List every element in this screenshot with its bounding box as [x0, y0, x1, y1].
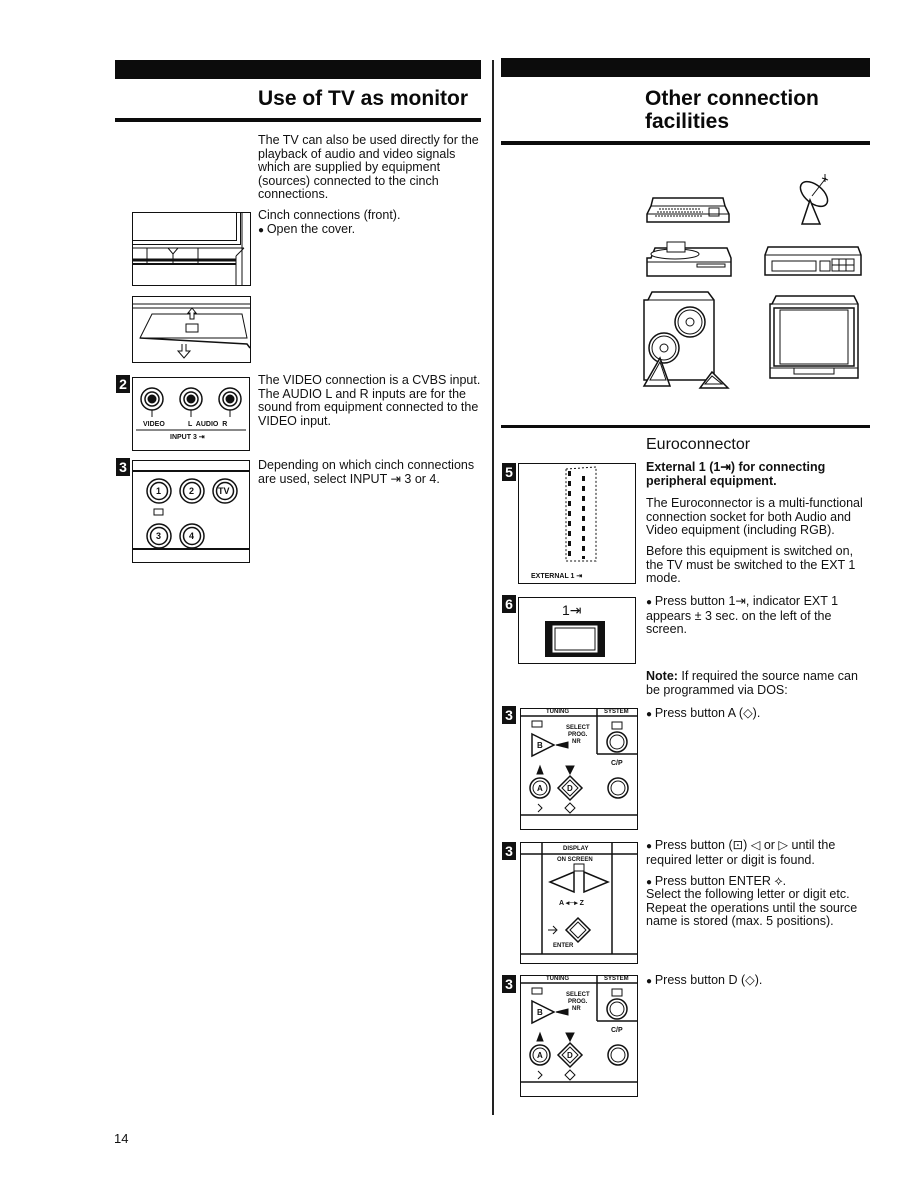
satellite-dish-icon — [799, 174, 829, 225]
computer-keyboard-icon — [646, 197, 730, 223]
euroconnector-title: Euroconnector — [646, 436, 751, 453]
select-label: SELECT — [566, 725, 590, 731]
step-3-badge: 3 — [502, 975, 516, 993]
step-3-badge: 3 — [502, 842, 516, 860]
display-label: DISPLAY — [563, 846, 589, 852]
nr-label: NR — [572, 1006, 581, 1012]
press-arrows-instruction: Press button (⊡) ◁ or ▷ until the requir… — [646, 838, 872, 867]
system-label: SYSTEM — [604, 709, 629, 715]
left-header-bar — [115, 60, 481, 79]
scart-socket — [565, 466, 597, 562]
tv-monitor-icon — [769, 295, 859, 379]
ext1-indicator-label: 1⇥ — [562, 602, 582, 618]
right-title-rule — [501, 141, 870, 145]
note-text: Note: If required the source name can be… — [646, 669, 872, 697]
tv-screen-icon — [545, 621, 605, 657]
input3-label: INPUT 3 ⇥ — [170, 434, 205, 441]
cinch-front-label: Cinch connections (front). — [258, 208, 401, 222]
intro-text: The TV can also be used directly for the… — [258, 133, 479, 202]
input-button-tv: TV — [218, 486, 230, 496]
button-a-label: A — [537, 1051, 543, 1060]
prog-label: PROG. — [568, 732, 588, 738]
button-a-label: A — [537, 784, 543, 793]
note-body: If required the source name can be progr… — [646, 669, 858, 697]
left-page-title: Use of TV as monitor — [258, 87, 469, 110]
step-2-badge: 2 — [116, 375, 130, 393]
select-input-text: Depending on which cinch connections are… — [258, 458, 475, 486]
select-following-text: Select the following letter or digit etc… — [646, 887, 858, 929]
step-3-badge: 3 — [116, 458, 130, 476]
step-3-badge: 3 — [502, 706, 516, 724]
before-switch-text: Before this equipment is switched on, th… — [646, 544, 856, 586]
tuning-label: TUNING — [546, 709, 569, 715]
right-title-line2: facilities — [645, 110, 730, 133]
button-d-label: D — [567, 784, 573, 793]
cp-label: C/P — [611, 760, 623, 767]
input-button-1: 1 — [156, 486, 162, 496]
video-label: VIDEO — [143, 421, 165, 428]
enter-label: ENTER — [553, 943, 574, 949]
button-b-label: B — [537, 741, 543, 750]
input-button-2: 2 — [189, 486, 195, 496]
note-label: Note: — [646, 669, 678, 683]
input-button-4: 4 — [189, 531, 195, 541]
open-cover-instruction: Open the cover. — [258, 222, 483, 238]
record-player-icon — [646, 241, 732, 277]
video-recorder-icon — [764, 246, 862, 276]
cp-label: C/P — [611, 1027, 623, 1034]
input-button-3: 3 — [156, 531, 162, 541]
speakers-icon — [642, 291, 730, 389]
system-label: SYSTEM — [604, 976, 629, 982]
a-to-z-label: A ◂─▸ Z — [559, 900, 584, 907]
euro-section-rule — [501, 425, 870, 428]
tuning-label: TUNING — [546, 976, 569, 982]
step-5-badge: 5 — [502, 463, 516, 481]
button-d-label: D — [567, 1051, 573, 1060]
video-connection-text: The VIDEO connection is a CVBS input. Th… — [258, 373, 481, 428]
step-6-badge: 6 — [502, 595, 516, 613]
input-buttons — [146, 478, 238, 549]
right-header-bar — [501, 58, 870, 77]
audio-label: L AUDIO R — [188, 421, 228, 428]
nr-label: NR — [572, 739, 581, 745]
euroconnector-description: The Euroconnector is a multi-functional … — [646, 496, 863, 538]
right-title-line1: Other connection — [645, 87, 819, 110]
left-title-rule — [115, 118, 481, 122]
column-divider — [492, 60, 494, 1115]
open-cover-illustration — [132, 296, 251, 363]
press-a-instruction: Press button A (◇). — [646, 706, 872, 722]
press-ext1-instruction: Press button 1⇥, indicator EXT 1 appears… — [646, 594, 872, 637]
on-screen-label: ON SCREEN — [557, 857, 593, 863]
external1-heading: External 1 (1⇥) for connecting periphera… — [646, 460, 826, 488]
select-label: SELECT — [566, 992, 590, 998]
tv-front-illustration — [132, 212, 251, 286]
page-number: 14 — [114, 1131, 129, 1146]
prog-label: PROG. — [568, 999, 588, 1005]
press-d-instruction: Press button D (◇). — [646, 973, 872, 989]
external1-label: EXTERNAL 1 ⇥ — [531, 573, 583, 580]
button-b-label: B — [537, 1008, 543, 1017]
